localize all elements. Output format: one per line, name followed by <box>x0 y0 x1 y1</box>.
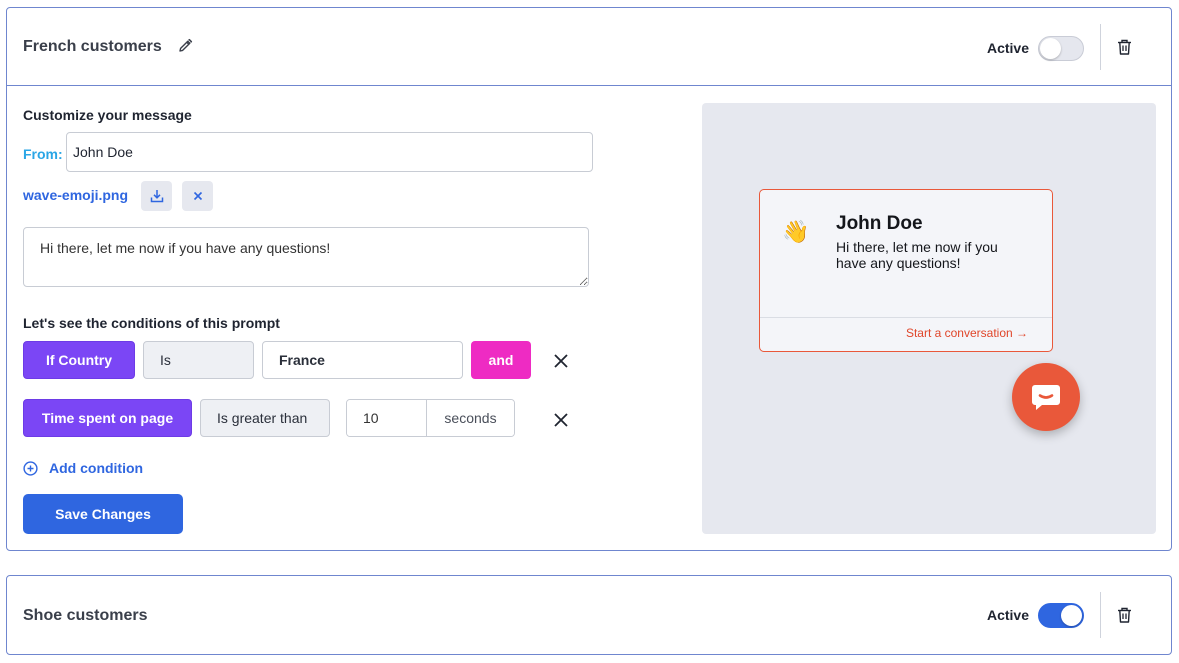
chat-icon <box>1032 385 1060 410</box>
active-toggle-group: Active <box>987 35 1084 61</box>
active-label: Active <box>986 40 1029 56</box>
active-toggle-group: Active <box>987 602 1084 628</box>
add-condition-button[interactable]: Add condition <box>23 460 143 476</box>
prompt-card-french-customers: French customers Active Customize your m… <box>6 7 1172 551</box>
prompt-preview-card: 👋 John Doe Hi there, let me now if you h… <box>759 189 1053 352</box>
download-button[interactable] <box>141 181 172 211</box>
condition-number-input[interactable] <box>347 400 427 436</box>
active-toggle[interactable] <box>1038 35 1084 61</box>
condition-field-select[interactable]: If Country <box>23 341 135 379</box>
close-icon[interactable] <box>553 412 569 428</box>
remove-file-button[interactable] <box>182 181 213 211</box>
condition-connector-button[interactable]: and <box>471 341 531 379</box>
prompt-title: French customers <box>23 38 162 55</box>
preview-panel: 👋 John Doe Hi there, let me now if you h… <box>702 103 1156 534</box>
condition-unit-label: seconds <box>427 400 514 436</box>
toggle-knob <box>1040 37 1061 59</box>
close-icon <box>193 191 202 201</box>
active-toggle[interactable] <box>1038 602 1084 628</box>
condition-operator-select[interactable]: Is greater than <box>200 399 330 437</box>
plus-circle-icon <box>23 460 38 476</box>
prompt-card-shoe-customers: Shoe customers Active <box>6 575 1172 655</box>
prompt-header: French customers Active <box>7 8 1171 86</box>
condition-field-select[interactable]: Time spent on page <box>23 399 192 437</box>
divider <box>1100 592 1101 638</box>
divider <box>1100 24 1101 70</box>
prompt-title[interactable]: Shoe customers <box>23 607 147 625</box>
trash-icon[interactable] <box>1117 607 1132 623</box>
download-icon <box>150 190 163 203</box>
active-label: Active <box>986 607 1029 623</box>
attachment-filename[interactable]: wave-emoji.png <box>23 187 128 203</box>
condition-operator-select[interactable]: Is <box>143 341 254 379</box>
prompt-header: Shoe customers Active <box>7 576 1171 656</box>
pencil-icon[interactable] <box>177 38 193 54</box>
add-condition-label: Add condition <box>49 460 144 476</box>
divider <box>760 317 1052 318</box>
toggle-knob <box>1061 604 1082 626</box>
message-textarea[interactable]: Hi there, let me now if you have any que… <box>23 227 589 287</box>
prompt-preview-message: Hi there, let me now if you have any que… <box>836 239 998 271</box>
wave-emoji-icon: 👋 <box>782 219 810 244</box>
from-label: From: <box>23 146 63 162</box>
condition-value-group: seconds <box>346 399 515 437</box>
start-conversation-link[interactable]: Start a conversation → <box>906 326 1028 340</box>
close-icon[interactable] <box>553 353 569 369</box>
from-input[interactable] <box>66 132 593 172</box>
save-changes-button[interactable]: Save Changes <box>23 494 183 534</box>
prompt-preview-name: John Doe <box>836 213 923 234</box>
condition-value-input[interactable]: France <box>262 341 463 379</box>
customize-heading: Customize your message <box>23 107 192 123</box>
chat-launcher-button[interactable] <box>1012 363 1080 431</box>
trash-icon[interactable] <box>1117 39 1132 55</box>
conditions-heading: Let's see the conditions of this prompt <box>23 315 280 331</box>
